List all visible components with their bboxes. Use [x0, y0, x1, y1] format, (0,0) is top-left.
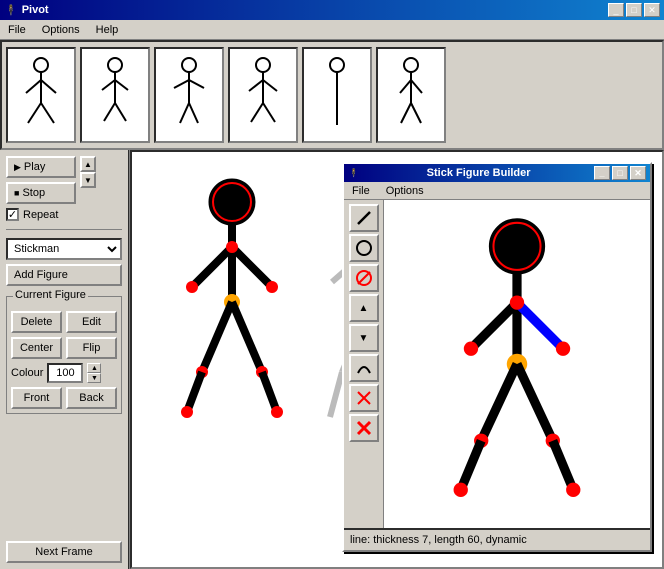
- title-bar-controls: _ □ ✕: [608, 3, 660, 17]
- scroll-down-button[interactable]: ▼: [80, 172, 96, 188]
- content-wrapper: ▶ Play ■ Stop ✓ Repeat: [0, 150, 664, 569]
- flip-button[interactable]: Flip: [66, 337, 117, 359]
- repeat-label: Repeat: [23, 209, 58, 221]
- sfb-title: Stick Figure Builder: [427, 167, 531, 179]
- colour-spin-down[interactable]: ▼: [87, 373, 101, 383]
- menu-options[interactable]: Options: [38, 23, 84, 37]
- stickman-left: [172, 172, 292, 432]
- repeat-checkbox[interactable]: ✓: [6, 208, 19, 221]
- frame-3[interactable]: [154, 47, 224, 143]
- title-bar: 🕴 Pivot _ □ ✕: [0, 0, 664, 20]
- colour-row: Colour ▲ ▼: [11, 363, 117, 383]
- sfb-content: ▲ ▼: [344, 200, 650, 528]
- front-button[interactable]: Front: [11, 387, 62, 409]
- sfb-menu-options[interactable]: Options: [382, 184, 428, 198]
- sfb-curve-tool[interactable]: [349, 354, 379, 382]
- sfb-figure-svg: [384, 200, 650, 528]
- maximize-button[interactable]: □: [626, 3, 642, 17]
- frames-strip: [0, 40, 664, 150]
- sfb-circle-tool[interactable]: [349, 234, 379, 262]
- colour-input[interactable]: [47, 363, 83, 383]
- sfb-delete-tool[interactable]: [349, 414, 379, 442]
- sfb-status-bar: line: thickness 7, length 60, dynamic: [344, 528, 650, 550]
- close-button[interactable]: ✕: [644, 3, 660, 17]
- current-figure-group: Current Figure Delete Edit Center Flip: [6, 296, 122, 414]
- minimize-button[interactable]: _: [608, 3, 624, 17]
- next-frame-container: Next Frame: [6, 533, 122, 563]
- front-back-row: Front Back: [11, 387, 117, 409]
- app-title: Pivot: [22, 4, 49, 16]
- frame-2[interactable]: [80, 47, 150, 143]
- sfb-toolbar: ▲ ▼: [344, 200, 384, 528]
- sfb-status-text: line: thickness 7, length 60, dynamic: [350, 534, 527, 546]
- figure-type-row: Stickman: [6, 238, 122, 260]
- main-canvas[interactable]: 🕴 Stick Figure Builder _ □ ✕ File Option…: [130, 150, 664, 569]
- sfb-down-tool[interactable]: ▼: [349, 324, 379, 352]
- sfb-title-bar: 🕴 Stick Figure Builder _ □ ✕: [344, 164, 650, 182]
- frame-4[interactable]: [228, 47, 298, 143]
- colour-label: Colour: [11, 367, 43, 379]
- sfb-line-tool[interactable]: [349, 204, 379, 232]
- current-figure-label: Current Figure: [13, 289, 88, 301]
- sfb-close-button[interactable]: ✕: [630, 166, 646, 180]
- next-frame-button[interactable]: Next Frame: [6, 541, 122, 563]
- delete-button[interactable]: Delete: [11, 311, 62, 333]
- sfb-menu-file[interactable]: File: [348, 184, 374, 198]
- center-flip-row: Center Flip: [11, 337, 117, 359]
- sfb-maximize-button[interactable]: □: [612, 166, 628, 180]
- colour-spin-up[interactable]: ▲: [87, 363, 101, 373]
- menu-help[interactable]: Help: [92, 23, 123, 37]
- add-figure-button[interactable]: Add Figure: [6, 264, 122, 286]
- scroll-controls: ▲ ▼: [80, 156, 96, 188]
- scroll-up-button[interactable]: ▲: [80, 156, 96, 172]
- sfb-dialog: 🕴 Stick Figure Builder _ □ ✕ File Option…: [342, 162, 652, 552]
- colour-spinner: ▲ ▼: [87, 363, 101, 383]
- sfb-cross-tool[interactable]: [349, 384, 379, 412]
- sfb-menu-bar: File Options: [344, 182, 650, 200]
- repeat-row: ✓ Repeat: [6, 208, 76, 221]
- sfb-up-tool[interactable]: ▲: [349, 294, 379, 322]
- play-button[interactable]: ▶ Play: [6, 156, 76, 178]
- edit-button[interactable]: Edit: [66, 311, 117, 333]
- stop-button[interactable]: ■ Stop: [6, 182, 76, 204]
- frame-1[interactable]: [6, 47, 76, 143]
- left-panel: ▶ Play ■ Stop ✓ Repeat: [0, 150, 130, 569]
- main-container: ▶ Play ■ Stop ✓ Repeat: [0, 40, 664, 569]
- sfb-title-controls: _ □ ✕: [594, 166, 646, 180]
- title-bar-text: 🕴 Pivot: [4, 4, 49, 17]
- frame-5[interactable]: [302, 47, 372, 143]
- menu-file[interactable]: File: [4, 23, 30, 37]
- figure-type-select[interactable]: Stickman: [6, 238, 122, 260]
- divider-1: [6, 229, 122, 230]
- menu-bar: File Options Help: [0, 20, 664, 40]
- play-icon: ▶: [14, 162, 21, 173]
- app-icon: 🕴: [4, 4, 18, 17]
- stop-icon: ■: [14, 188, 19, 198]
- sfb-icon: 🕴: [348, 168, 359, 179]
- delete-edit-row: Delete Edit: [11, 311, 117, 333]
- center-button[interactable]: Center: [11, 337, 62, 359]
- back-button[interactable]: Back: [66, 387, 117, 409]
- sfb-minimize-button[interactable]: _: [594, 166, 610, 180]
- sfb-canvas[interactable]: [384, 200, 650, 528]
- playback-controls: ▶ Play ■ Stop ✓ Repeat: [6, 156, 122, 221]
- frame-6[interactable]: [376, 47, 446, 143]
- sfb-cancel-tool[interactable]: [349, 264, 379, 292]
